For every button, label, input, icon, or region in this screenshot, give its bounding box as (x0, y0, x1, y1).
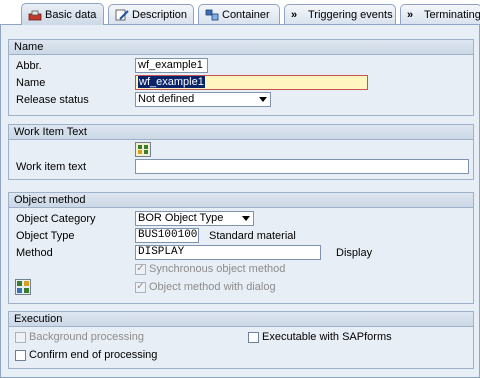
group-title: Execution (9, 312, 473, 327)
object-category-select[interactable]: BOR Object Type (135, 211, 254, 226)
name-group: Name Abbr. wf_example1 Name wf_example1 … (8, 39, 474, 116)
release-status-label: Release status (16, 94, 89, 106)
method-with-dialog-checkbox[interactable]: ✓ Object method with dialog (135, 281, 276, 293)
background-processing-checkbox[interactable]: Background processing (15, 331, 144, 343)
insert-variable-button[interactable] (135, 142, 151, 157)
object-method-button[interactable] (15, 279, 31, 295)
checkbox-box (15, 349, 26, 361)
checkbox-label: Background processing (29, 331, 144, 343)
name-field[interactable]: wf_example1 (135, 75, 368, 90)
work-item-text-label: Work item text (16, 161, 87, 173)
object-type-field[interactable]: BUS1001006 (135, 228, 199, 243)
container-icon (205, 9, 219, 20)
abbr-label: Abbr. (16, 60, 42, 72)
tab-triggering-events[interactable]: » Triggering events (284, 4, 396, 24)
checkbox-label: Executable with SAPforms (262, 331, 392, 343)
group-title: Work Item Text (9, 125, 473, 140)
tab-description[interactable]: Description (108, 4, 194, 24)
checkmark-icon: ✓ (135, 263, 146, 275)
basic-data-panel: Name Abbr. wf_example1 Name wf_example1 … (0, 24, 480, 378)
checkbox-label: Confirm end of processing (29, 349, 158, 361)
event-arrows-icon: » (291, 8, 298, 21)
synchronous-method-checkbox[interactable]: ✓ Synchronous object method (135, 263, 285, 275)
variable-icon (138, 145, 148, 154)
group-title: Object method (9, 193, 473, 208)
object-type-description: Standard material (209, 230, 296, 242)
tab-label: Description (132, 8, 188, 21)
object-method-group: Object method Object Category BOR Object… (8, 192, 474, 304)
tab-label: Basic data (45, 8, 97, 21)
tab-terminating[interactable]: » Terminating (400, 4, 480, 24)
name-label: Name (16, 77, 46, 89)
work-item-text-group: Work Item Text Work item text (8, 124, 474, 180)
confirm-end-checkbox[interactable]: Confirm end of processing (15, 349, 157, 361)
tab-basic-data[interactable]: Basic data (21, 3, 104, 25)
object-category-value: BOR Object Type (138, 212, 224, 224)
object-category-label: Object Category (16, 213, 96, 225)
workflow-icon (28, 10, 42, 20)
release-status-value: Not defined (138, 93, 195, 105)
tab-label: Terminating (424, 8, 480, 21)
checkbox-box (248, 331, 259, 343)
object-method-icon (17, 281, 29, 293)
execution-group: Execution Background processing Executab… (8, 311, 474, 369)
checkmark-icon: ✓ (135, 281, 146, 293)
object-type-label: Object Type (16, 230, 75, 242)
checkbox-label: Object method with dialog (149, 281, 276, 293)
release-status-select[interactable]: Not defined (135, 92, 271, 107)
checkbox-label: Synchronous object method (149, 263, 286, 275)
method-description: Display (336, 247, 373, 259)
chevron-down-icon (242, 216, 250, 221)
abbr-field[interactable]: wf_example1 (135, 58, 208, 73)
tab-container[interactable]: Container (198, 4, 280, 24)
chevron-down-icon (259, 97, 267, 102)
edit-icon (115, 9, 129, 20)
method-field[interactable]: DISPLAY (135, 245, 321, 260)
tab-label: Container (222, 8, 270, 21)
work-item-text-field[interactable] (135, 159, 469, 174)
executable-sapforms-checkbox[interactable]: Executable with SAPforms (248, 331, 392, 343)
tab-bar: Basic data Description Container » Trigg… (0, 0, 480, 25)
method-label: Method (16, 247, 53, 259)
name-value: wf_example1 (138, 76, 205, 88)
group-title: Name (9, 40, 473, 55)
checkbox-box (15, 331, 26, 343)
tab-label: Triggering events (308, 8, 393, 21)
event-arrows-icon: » (407, 8, 414, 21)
